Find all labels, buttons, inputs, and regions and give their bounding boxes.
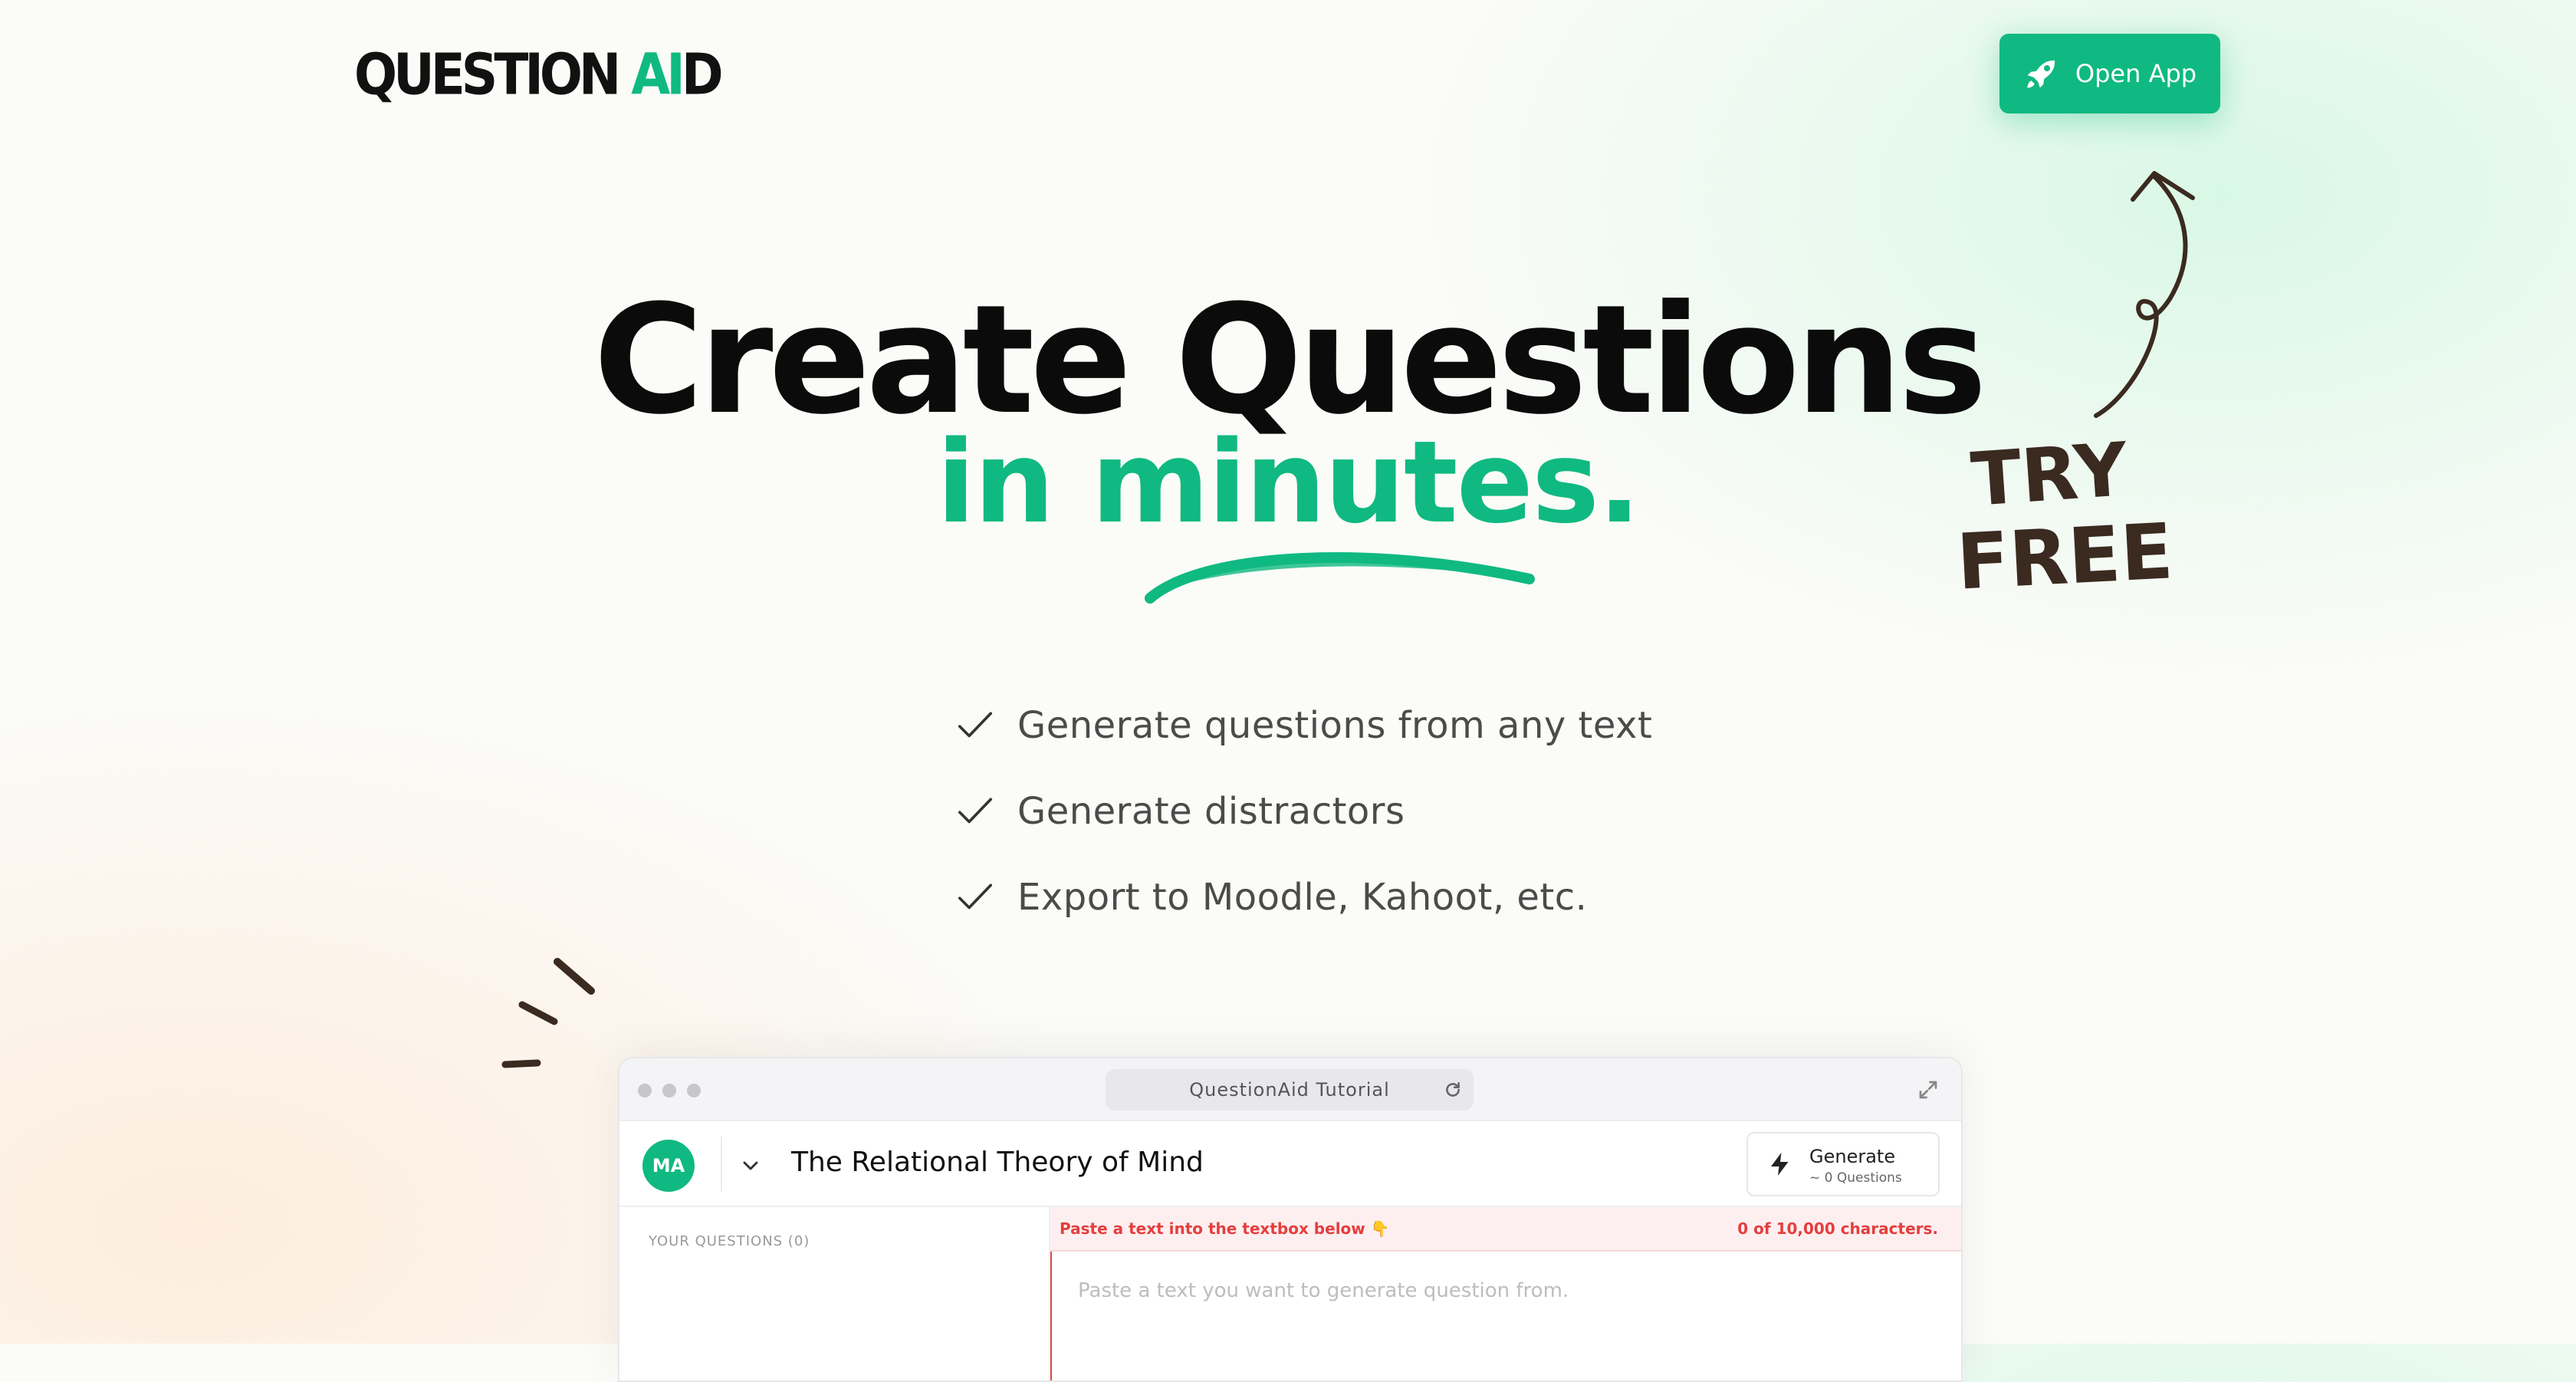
feature-label: Export to Moodle, Kahoot, etc. (1017, 876, 1588, 919)
character-count: 0 of 10,000 characters. (1737, 1219, 1938, 1238)
generate-button[interactable]: Generate ~ 0 Questions (1746, 1132, 1940, 1196)
hero-subtitle: in minutes. (936, 416, 1641, 548)
open-app-button[interactable]: Open App (1999, 34, 2220, 114)
app-preview-window: QuestionAid Tutorial MA The Relational T… (618, 1057, 1963, 1382)
window-dot-icon (638, 1084, 652, 1097)
questions-sidebar: YOUR QUESTIONS (0) (619, 1207, 1050, 1380)
address-bar[interactable]: QuestionAid Tutorial (1106, 1069, 1474, 1111)
check-icon (958, 883, 993, 910)
warning-banner: Paste a text into the textbox below 👇 0 … (1050, 1207, 1961, 1252)
try-free-scribble: TRY FREE (1957, 437, 2175, 591)
curly-arrow-icon (2094, 171, 2195, 418)
check-icon (958, 798, 993, 824)
feature-label: Generate questions from any text (1017, 704, 1653, 747)
expand-icon[interactable] (1917, 1078, 1940, 1101)
feature-item: Export to Moodle, Kahoot, etc. (955, 854, 1652, 940)
warning-text: Paste a text into the textbox below 👇 (1060, 1219, 1390, 1238)
feature-label: Generate distractors (1017, 790, 1405, 833)
generate-label: Generate (1809, 1146, 1896, 1167)
window-dot-icon (687, 1084, 701, 1097)
check-icon (958, 712, 993, 738)
lightning-icon (1771, 1153, 1789, 1176)
chevron-down-icon[interactable] (738, 1153, 763, 1178)
questionaid-logo[interactable]: QUESTION AID (354, 41, 724, 108)
free-text: FREE (1957, 506, 2175, 591)
feature-list: Generate questions from any text Generat… (955, 683, 1652, 940)
avatar[interactable]: MA (642, 1140, 695, 1192)
document-title: The Relational Theory of Mind (791, 1147, 1204, 1178)
window-dot-icon (662, 1084, 676, 1097)
generate-count: ~ 0 Questions (1809, 1170, 1902, 1186)
browser-titlebar: QuestionAid Tutorial (619, 1058, 1961, 1121)
feature-item: Generate questions from any text (955, 683, 1652, 768)
divider (721, 1137, 722, 1192)
logo-ai-text: AI (631, 41, 685, 108)
spark-lines-icon (501, 958, 595, 1068)
logo-d-text: D (681, 41, 724, 108)
brush-underline (1145, 552, 1535, 604)
logo-text: QUESTION (354, 41, 632, 108)
source-text-input[interactable] (1050, 1252, 1961, 1380)
address-text: QuestionAid Tutorial (1189, 1079, 1390, 1101)
app-header: MA The Relational Theory of Mind Generat… (619, 1121, 1961, 1207)
feature-item: Generate distractors (955, 768, 1652, 854)
rocket-icon (2027, 60, 2055, 88)
reload-icon[interactable] (1443, 1080, 1463, 1100)
open-app-label: Open App (2075, 59, 2197, 88)
questions-label: YOUR QUESTIONS (0) (649, 1233, 810, 1249)
